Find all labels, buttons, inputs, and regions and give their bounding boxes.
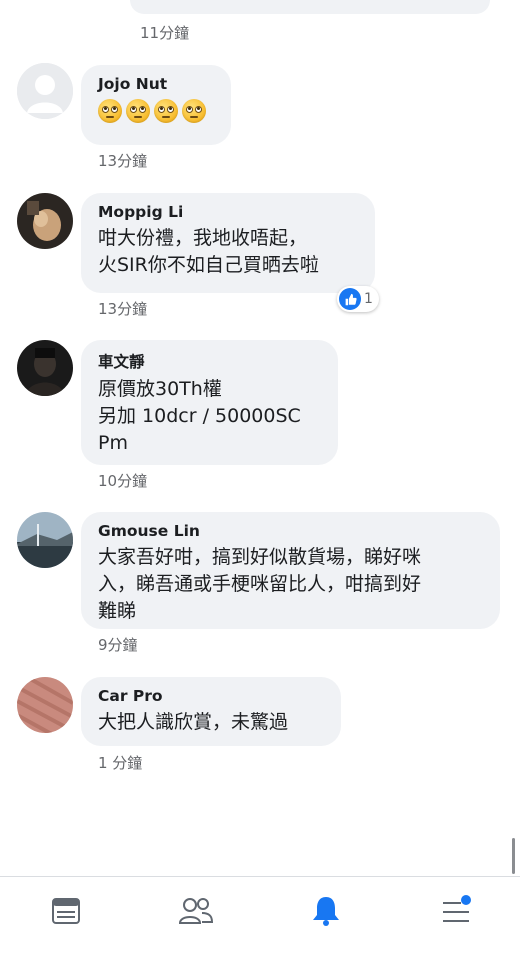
face-with-rolling-eyes-icon [126,99,150,123]
comment-text: 原價放30Th權 另加 10dcr / 50000SC Pm [98,378,301,454]
comment-timestamp: 1 分鐘 [98,754,143,772]
nav-news-feed[interactable] [46,891,86,931]
comment-text: 大家吾好咁，搞到好似散貨場，睇好咪 入，睇吾通或手梗咪留比人，咁搞到好 難睇 [98,546,422,622]
bottom-navigation-bar [0,876,520,961]
comment-bubble[interactable]: Moppig Li 咁大份禮，我地收唔起， 火SIR你不如自己買晒去啦 [81,193,375,293]
comment-author[interactable]: Moppig Li [98,203,359,221]
news-feed-icon [52,898,80,924]
comment-bubble[interactable]: Jojo Nut [81,65,231,145]
avatar[interactable] [17,193,73,249]
face-with-rolling-eyes-icon [154,99,178,123]
avatar[interactable] [17,677,73,733]
nav-menu[interactable] [436,891,476,931]
scrollbar[interactable] [512,838,515,874]
emoji-row [98,99,215,123]
comment-timestamp: 13分鐘 [98,300,148,318]
avatar[interactable] [17,340,73,396]
previous-comment-bubble [130,0,490,14]
reaction-count: 1 [364,291,373,307]
comment-text: 咁大份禮，我地收唔起， 火SIR你不如自己買晒去啦 [98,227,319,276]
notification-badge [461,895,471,905]
nav-friends[interactable] [176,891,216,931]
comment-author[interactable]: Gmouse Lin [98,522,484,540]
notifications-bell-icon [313,897,339,926]
comment-author[interactable]: Car Pro [98,687,325,705]
friends-icon [178,898,214,924]
comment-timestamp: 11分鐘 [140,24,190,42]
face-with-rolling-eyes-icon [98,99,122,123]
reaction-badge[interactable]: 1 [337,286,379,312]
avatar[interactable] [17,63,73,119]
comment-timestamp: 10分鐘 [98,472,148,490]
comment-timestamp: 13分鐘 [98,152,148,170]
comment-author[interactable]: Jojo Nut [98,75,215,93]
nav-notifications[interactable] [306,891,346,931]
avatar[interactable] [17,512,73,568]
comment-author[interactable]: 車文靜 [98,350,322,372]
like-icon [339,288,361,310]
previous-comment-edge [0,0,520,18]
face-with-rolling-eyes-icon [182,99,206,123]
comment-bubble[interactable]: Gmouse Lin 大家吾好咁，搞到好似散貨場，睇好咪 入，睇吾通或手梗咪留比… [81,512,500,629]
comment-bubble[interactable]: Car Pro 大把人識欣賞，未驚過 [81,677,341,746]
comment-timestamp: 9分鐘 [98,636,138,654]
comment-bubble[interactable]: 車文靜 原價放30Th權 另加 10dcr / 50000SC Pm [81,340,338,465]
menu-icon [443,895,471,922]
comment-text: 大把人識欣賞，未驚過 [98,711,289,733]
